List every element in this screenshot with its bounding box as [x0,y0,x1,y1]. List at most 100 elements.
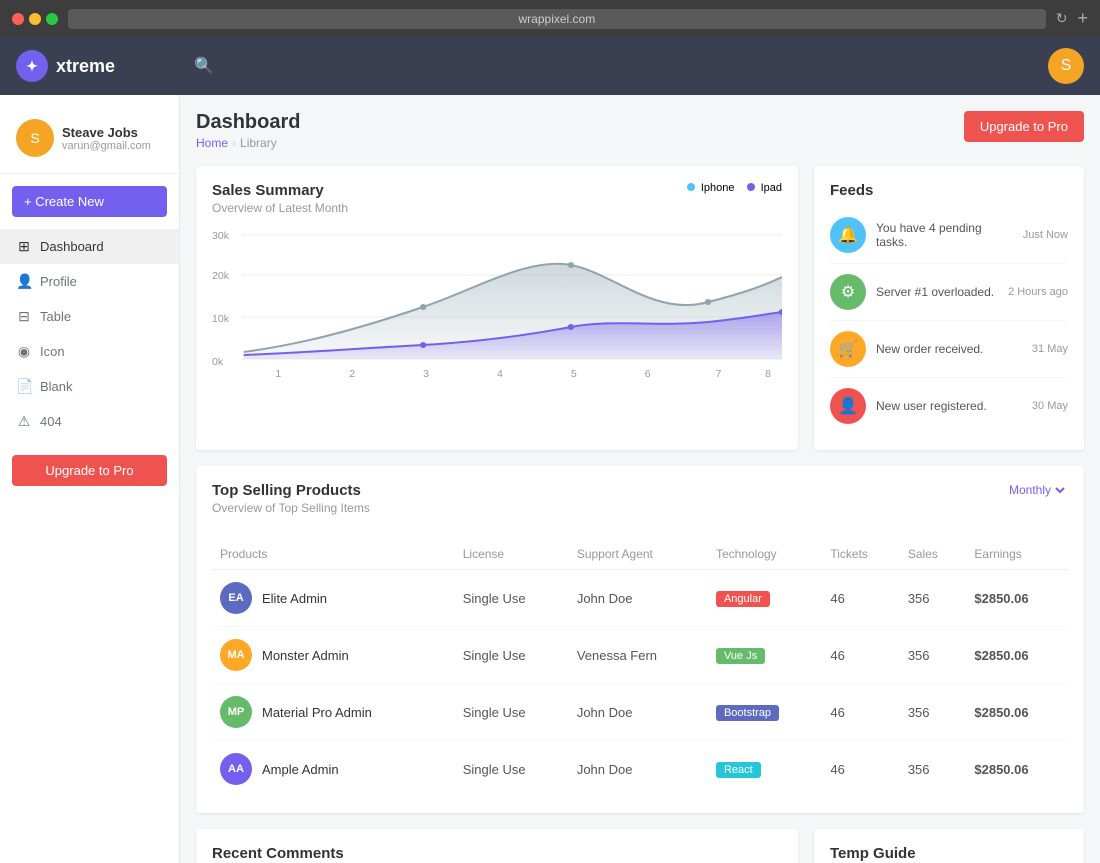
feed-time: 2 Hours ago [1008,286,1068,298]
product-license: Single Use [455,684,569,741]
feed-text: New order received. [876,342,1022,356]
sales-summary-card: Sales Summary Overview of Latest Month I… [196,166,798,450]
sidebar-user-email: varun@gmail.com [62,140,151,152]
product-name: Elite Admin [262,591,327,606]
top-row: Sales Summary Overview of Latest Month I… [196,166,1084,450]
avatar[interactable]: S [1048,48,1084,84]
upgrade-to-pro-button[interactable]: Upgrade to Pro [964,111,1084,142]
icon-icon: ◉ [16,343,32,360]
feed-bell-icon: 🔔 [830,217,866,253]
product-name: Monster Admin [262,648,349,663]
feed-time: Just Now [1023,229,1068,241]
ipad-dot [747,183,755,191]
products-subtitle: Overview of Top Selling Items [212,501,370,515]
blank-icon: 📄 [16,378,32,395]
product-license: Single Use [455,570,569,627]
svg-text:8: 8 [765,369,771,380]
browser-address[interactable]: wrappixel.com [68,9,1046,29]
temp-guide-card: Temp Guide [814,829,1084,863]
sidebar-item-icon[interactable]: ◉ Icon [0,334,179,369]
page-header: Dashboard Home › Library Upgrade to Pro [196,111,1084,150]
col-agent: Support Agent [569,539,708,570]
feed-cart-icon: 🛒 [830,331,866,367]
main-content: Dashboard Home › Library Upgrade to Pro … [180,95,1100,863]
brand-icon: ✦ [16,50,48,82]
sidebar-item-blank[interactable]: 📄 Blank [0,369,179,404]
temp-title: Temp Guide [830,845,1068,862]
product-sales: 356 [900,570,967,627]
product-earnings: $2850.06 [966,684,1068,741]
product-agent: John Doe [569,741,708,798]
sidebar-user: S Steave Jobs varun@gmail.com [0,111,179,174]
legend-iphone: Iphone [687,182,735,194]
profile-icon: 👤 [16,273,32,290]
table-row: MP Material Pro Admin Single Use John Do… [212,684,1068,741]
warning-icon: ⚠ [16,413,32,430]
product-avatar: MA [220,639,252,671]
product-agent: John Doe [569,570,708,627]
sidebar-user-name: Steave Jobs [62,125,151,140]
product-sales: 356 [900,627,967,684]
product-avatar: AA [220,753,252,785]
tech-badge: Bootstrap [716,705,779,721]
sidebar-item-404[interactable]: ⚠ 404 [0,404,179,439]
col-sales: Sales [900,539,967,570]
legend-ipad: Ipad [747,182,782,194]
comments-title: Recent Comments [212,845,782,862]
dot-green [46,13,58,25]
product-avatar: EA [220,582,252,614]
table-icon: ⊟ [16,308,32,325]
product-earnings: $2850.06 [966,627,1068,684]
feeds-title: Feeds [830,182,1068,199]
feed-text: Server #1 overloaded. [876,285,998,299]
sidebar-upgrade-button[interactable]: Upgrade to Pro [12,455,167,486]
chart-legend: Iphone Ipad [687,182,782,194]
feeds-card: Feeds 🔔 You have 4 pending tasks. Just N… [814,166,1084,450]
svg-text:20k: 20k [212,271,230,282]
sidebar-item-dashboard[interactable]: ⊞ Dashboard [0,229,179,264]
feed-item: ⚙ Server #1 overloaded. 2 Hours ago [830,264,1068,321]
product-tickets: 46 [822,570,899,627]
create-new-button[interactable]: + Create New [12,186,167,217]
new-tab-button[interactable]: + [1077,8,1088,29]
sidebar-item-profile[interactable]: 👤 Profile [0,264,179,299]
svg-text:4: 4 [497,369,503,380]
col-products: Products [212,539,455,570]
col-license: License [455,539,569,570]
refresh-icon[interactable]: ↻ [1056,10,1068,27]
breadcrumb-sep: › [232,136,236,150]
browser-dots [12,13,58,25]
table-row: MA Monster Admin Single Use Venessa Fern… [212,627,1068,684]
svg-text:1: 1 [275,369,281,380]
page-header-left: Dashboard Home › Library [196,111,300,150]
bottom-row: Recent Comments J James Anderson Lorem I… [196,829,1084,863]
col-tickets: Tickets [822,539,899,570]
feed-text: New user registered. [876,399,1022,413]
products-header: Top Selling Products Overview of Top Sel… [212,482,1068,527]
sidebar-item-label: Profile [40,274,77,289]
tech-badge: React [716,762,761,778]
feed-server-icon: ⚙ [830,274,866,310]
sidebar-item-label: Icon [40,344,65,359]
svg-text:2: 2 [349,369,355,380]
sidebar-item-label: Blank [40,379,73,394]
page-title: Dashboard [196,111,300,134]
breadcrumb: Home › Library [196,136,300,150]
brand-name: xtreme [56,56,115,77]
feed-item: 👤 New user registered. 30 May [830,378,1068,434]
breadcrumb-current: Library [240,136,277,150]
brand: ✦ xtreme [16,50,186,82]
feed-time: 30 May [1032,400,1068,412]
svg-text:0k: 0k [212,357,224,368]
svg-text:7: 7 [716,369,722,380]
feed-time: 31 May [1032,343,1068,355]
sidebar-nav: ⊞ Dashboard 👤 Profile ⊟ Table ◉ Icon 📄 [0,229,179,439]
navbar: ✦ xtreme 🔍 S [0,37,1100,95]
sales-chart: 30k 20k 10k 0k 1 2 3 [212,227,782,387]
monthly-filter[interactable]: Monthly Weekly Daily [1005,482,1068,498]
dashboard-icon: ⊞ [16,238,32,255]
svg-text:5: 5 [571,369,577,380]
breadcrumb-home[interactable]: Home [196,136,228,150]
sidebar-item-table[interactable]: ⊟ Table [0,299,179,334]
search-icon[interactable]: 🔍 [194,56,214,76]
